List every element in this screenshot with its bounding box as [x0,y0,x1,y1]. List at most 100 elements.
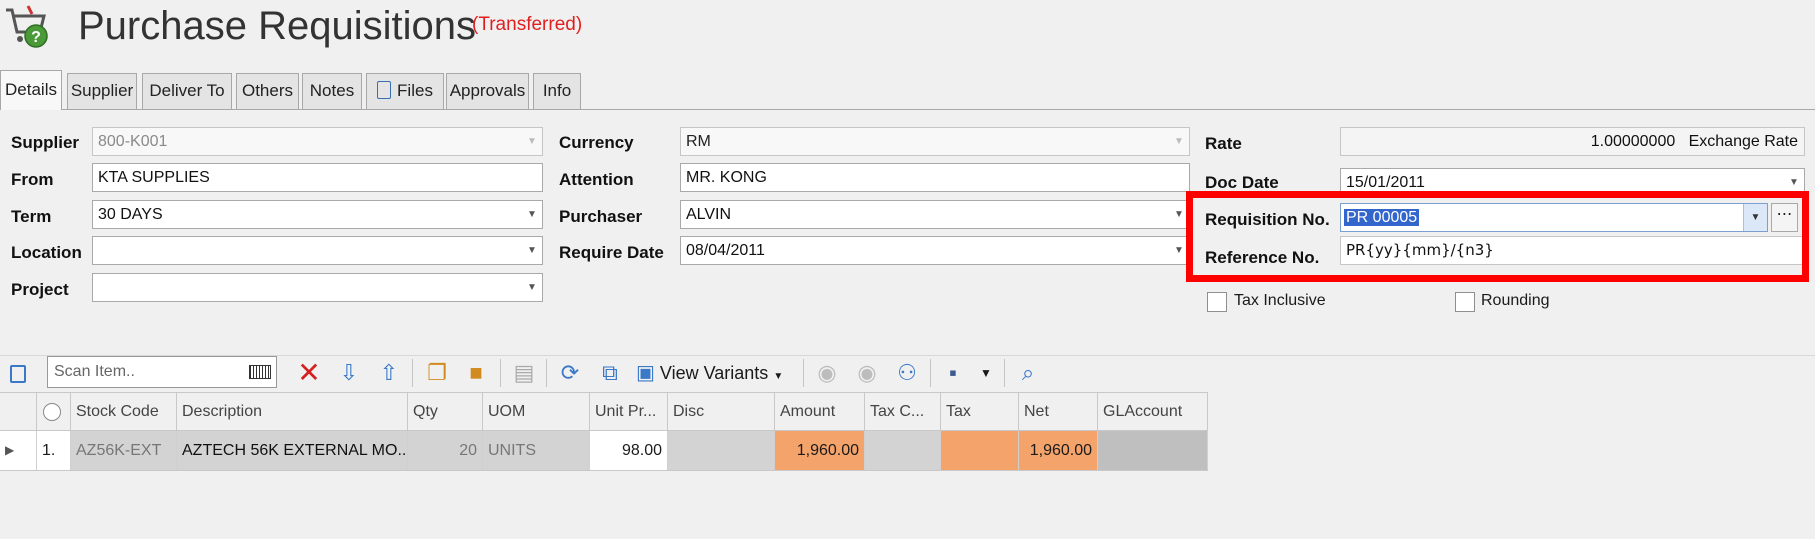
column-header-unit-price[interactable]: Unit Pr... [590,393,668,431]
rounding-checkbox[interactable] [1455,292,1475,312]
more-options-button[interactable]: ⋯ [1771,203,1798,232]
purchaser-label: Purchaser [559,207,643,226]
requisition-no-field[interactable]: PR 00005 ▼ [1340,203,1768,232]
column-header-description[interactable]: Description [177,393,408,431]
cell-tax[interactable] [941,431,1019,470]
move-down-button[interactable]: ⇩ [331,355,367,391]
view-variants-button[interactable]: ▣ View Variants ▼ [636,355,796,391]
previous-button[interactable]: ◉ [809,355,845,391]
cell-qty[interactable]: 20 [408,431,483,470]
save-layout-button[interactable]: ▪ [935,355,971,391]
supplier-field[interactable]: 800-K001 ▼ [92,127,543,156]
cell-unit-price[interactable]: 98.00 [590,431,668,470]
cell-disc[interactable] [668,431,775,470]
tab-files[interactable]: Files [366,73,444,109]
project-dropdown[interactable]: ▼ [92,273,543,302]
arrow-up-icon: ⇧ [379,360,399,385]
column-header-amount[interactable]: Amount [775,393,865,431]
tab-notes[interactable]: Notes [302,73,362,109]
select-all-toggle[interactable] [37,393,71,431]
delete-button[interactable]: ✕ [291,355,327,391]
reference-no-value: PR{yy}{mm}/{n3} [1346,241,1494,259]
tax-inclusive-label: Tax Inclusive [1234,292,1326,309]
scan-item-input[interactable]: Scan Item.. [47,356,277,388]
table-row[interactable]: ▶ 1. AZ56K-EXT AZTECH 56K EXTERNAL MO...… [0,431,1208,471]
copy-items-button[interactable]: ❐ [419,355,455,391]
row-expand-icon[interactable]: ▶ [0,431,37,470]
rate-field[interactable]: 1.00000000 Exchange Rate [1340,127,1805,156]
tab-approvals[interactable]: Approvals [446,73,529,109]
barcode-icon [249,365,271,379]
term-value: 30 DAYS [98,206,163,223]
reference-no-field[interactable]: PR{yy}{mm}/{n3} [1340,236,1805,265]
supplier-value: 800-K001 [98,133,168,150]
requisition-no-label: Requisition No. [1205,210,1330,229]
column-header-stock-code[interactable]: Stock Code [71,393,177,431]
attention-field[interactable]: MR. KONG [680,163,1190,192]
column-header-gl-account[interactable]: GLAccount [1098,393,1208,431]
chevron-down-icon: ▼ [527,282,537,293]
save-layout-dropdown[interactable]: ▼ [968,355,1004,391]
toolbar-separator [412,359,413,387]
location-dropdown[interactable]: ▼ [92,236,543,265]
chevron-down-icon: ▼ [1789,177,1799,188]
tab-supplier[interactable]: Supplier [67,73,137,109]
next-button[interactable]: ◉ [849,355,885,391]
move-up-button[interactable]: ⇧ [371,355,407,391]
tab-label: Files [397,81,433,100]
purchaser-dropdown[interactable]: ALVIN ▼ [680,200,1190,229]
tab-label: Others [241,81,294,100]
doc-date-picker[interactable]: 15/01/2011 ▼ [1340,168,1805,197]
tab-label: Supplier [70,81,134,100]
svg-text:?: ? [31,29,41,46]
chevron-down-icon: ▼ [1174,136,1184,147]
chevron-down-icon[interactable]: ▼ [1743,204,1767,231]
new-document-icon [10,365,26,384]
tab-deliver-to[interactable]: Deliver To [142,73,232,109]
new-row-button[interactable] [0,355,36,391]
tab-others[interactable]: Others [236,73,299,109]
column-header-tax-code[interactable]: Tax C... [865,393,941,431]
column-header-uom[interactable]: UOM [483,393,590,431]
chevron-down-icon: ▼ [1174,245,1184,256]
toolbar-separator [500,359,501,387]
cell-stock-code[interactable]: AZ56K-EXT [71,431,177,470]
column-header-qty[interactable]: Qty [408,393,483,431]
row-indicator-header [0,393,37,431]
term-dropdown[interactable]: 30 DAYS ▼ [92,200,543,229]
tax-inclusive-checkbox[interactable] [1207,292,1227,312]
chevron-down-icon: ▼ [527,209,537,220]
exchange-rate-suffix: Exchange Rate [1688,133,1798,150]
cell-tax-code[interactable] [865,431,941,470]
copy-icon: ❐ [427,360,447,385]
package-icon: ■ [469,360,483,385]
variants-window-icon: ▣ [636,362,655,384]
cell-gl-account[interactable] [1098,431,1208,470]
tab-info[interactable]: Info [533,73,581,109]
find-button[interactable]: ⚇ [889,355,925,391]
floppy-disk-icon: ▪ [949,360,957,385]
binoculars-icon: ⚇ [897,360,917,385]
currency-field[interactable]: RM ▼ [680,127,1190,156]
package-button[interactable]: ■ [458,355,494,391]
column-header-net[interactable]: Net [1019,393,1098,431]
attention-label: Attention [559,170,634,189]
cell-uom[interactable]: UNITS [483,431,590,470]
refresh-button[interactable]: ⟳ [552,355,588,391]
chevron-down-icon: ▼ [1174,209,1184,220]
inspect-button[interactable]: ⌕ [1010,355,1046,391]
project-label: Project [11,280,69,299]
chevron-down-icon: ▼ [527,245,537,256]
transfer-button[interactable]: ⧉ [592,355,628,391]
cell-amount[interactable]: 1,960.00 [775,431,865,470]
require-date-picker[interactable]: 08/04/2011 ▼ [680,236,1190,265]
column-header-disc[interactable]: Disc [668,393,775,431]
scan-item-placeholder: Scan Item.. [54,363,135,380]
cell-net[interactable]: 1,960.00 [1019,431,1098,470]
cell-description[interactable]: AZTECH 56K EXTERNAL MO... [177,431,408,470]
disabled-tool-button[interactable]: ▤ [506,355,542,391]
reference-no-label: Reference No. [1205,248,1320,267]
column-header-tax[interactable]: Tax [941,393,1019,431]
tab-details[interactable]: Details [0,70,62,110]
from-field[interactable]: KTA SUPPLIES [92,163,543,192]
